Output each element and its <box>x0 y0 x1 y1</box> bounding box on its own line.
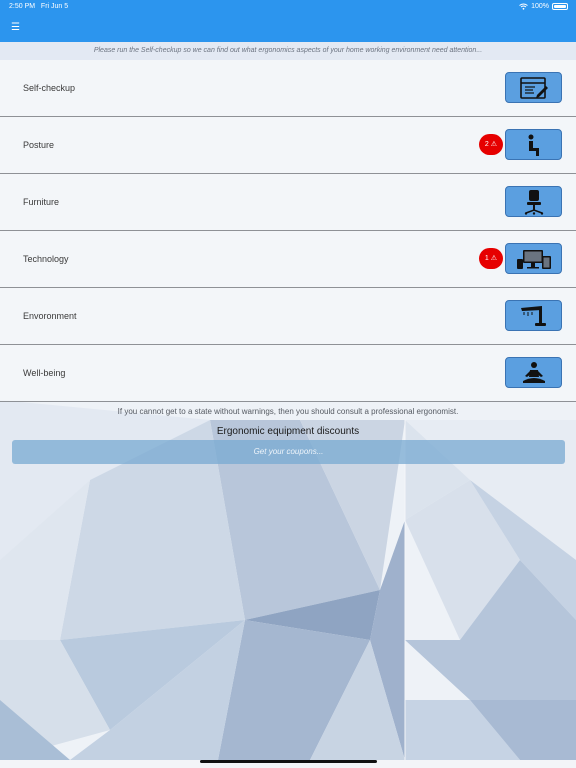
category-row-well-being[interactable]: Well-being <box>0 345 576 402</box>
battery-icon <box>552 3 568 10</box>
home-indicator[interactable] <box>200 760 377 763</box>
category-row-posture[interactable]: Posture 2 ⚠ <box>0 117 576 174</box>
devices-icon <box>516 249 551 269</box>
category-row-furniture[interactable]: Furniture <box>0 174 576 231</box>
category-label: Posture <box>23 140 55 150</box>
category-label: Self-checkup <box>23 83 76 93</box>
discounts-title: Ergonomic equipment discounts <box>216 426 360 437</box>
meditation-icon <box>522 361 545 383</box>
category-label: Technology <box>23 254 69 264</box>
ergonomist-note: If you cannot get to a state without war… <box>117 407 459 416</box>
warning-badge: 2 ⚠ <box>479 134 503 155</box>
battery-percent: 100% <box>531 3 549 10</box>
desk-lamp-icon <box>520 305 546 326</box>
category-row-environment[interactable]: Envoronment <box>0 288 576 345</box>
wifi-icon <box>519 3 528 10</box>
warning-icon: ⚠ <box>490 255 498 262</box>
well-being-button[interactable] <box>505 357 562 388</box>
category-list: Self-checkup Posture 2 ⚠ Furniture Techn… <box>0 60 576 402</box>
self-checkup-button[interactable] <box>505 72 562 103</box>
category-row-technology[interactable]: Technology 1 ⚠ <box>0 231 576 288</box>
furniture-button[interactable] <box>505 186 562 217</box>
technology-button[interactable] <box>505 243 562 274</box>
get-coupons-button[interactable]: Get your coupons... <box>12 440 565 464</box>
category-label: Envoronment <box>23 311 77 321</box>
category-label: Well-being <box>23 368 66 378</box>
category-label: Furniture <box>23 197 60 207</box>
status-right: 100% <box>519 3 568 10</box>
environment-button[interactable] <box>505 300 562 331</box>
category-row-self-checkup[interactable]: Self-checkup <box>0 60 576 117</box>
nav-bar: ☰ <box>0 14 576 42</box>
posture-button[interactable] <box>505 129 562 160</box>
warning-badge: 1 ⚠ <box>479 248 503 269</box>
checklist-icon <box>519 76 548 99</box>
status-time: 2:50 PM Fri Jun 5 <box>9 3 69 10</box>
sitting-person-icon <box>528 134 539 156</box>
status-bar: 2:50 PM Fri Jun 5 100% <box>0 0 576 14</box>
instruction-banner: Please run the Self-checkup so we can fi… <box>0 42 576 60</box>
office-chair-icon <box>524 189 543 215</box>
hamburger-menu-icon[interactable]: ☰ <box>11 22 20 33</box>
warning-icon: ⚠ <box>490 141 498 148</box>
